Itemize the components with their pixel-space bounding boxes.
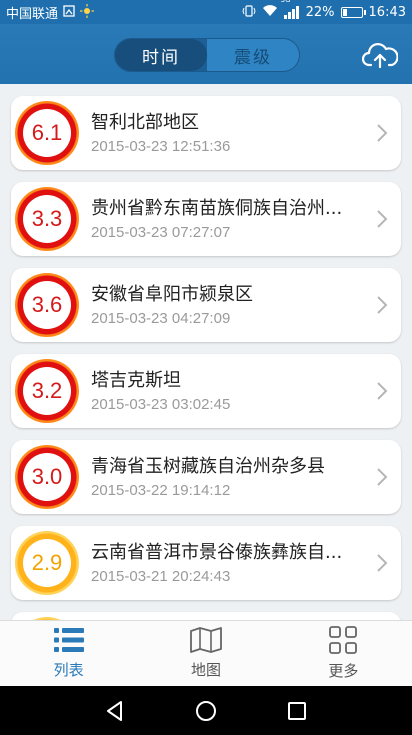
location-name: 安徽省阜阳市颍泉区 <box>91 284 253 305</box>
sim-icon <box>63 4 75 20</box>
magnitude-value: 3.2 <box>23 367 71 415</box>
tab-sort-time[interactable]: 时间 <box>115 39 207 71</box>
quake-time: 2015-03-23 04:27:09 <box>91 310 231 327</box>
quake-time: 2015-03-22 19:14:12 <box>91 482 231 499</box>
location-name: 青海省玉树藏族自治州杂多县 <box>91 456 325 477</box>
quake-time: 2015-03-23 07:27:07 <box>91 224 231 241</box>
magnitude-value: 6.1 <box>23 109 71 157</box>
list-item[interactable]: 3.2 塔吉克斯坦 2015-03-23 03:02:45 <box>11 354 401 428</box>
battery-percent: 22% <box>305 4 335 20</box>
system-nav-bar <box>0 686 412 735</box>
chevron-right-icon <box>377 296 388 314</box>
sort-segmented-control: 时间 震级 <box>114 38 300 72</box>
sun-icon <box>80 3 95 21</box>
bottom-tab-bar: 列表 地图 更多 <box>0 620 412 686</box>
list-item[interactable]: 3.3 贵州省黔东南苗族侗族自治州... 2015-03-23 07:27:07 <box>11 182 401 256</box>
clock: 16:43 <box>368 4 406 20</box>
battery-icon <box>340 6 366 18</box>
list-item[interactable]: 2.9 云南省普洱市景谷傣族彝族自... 2015-03-21 20:24:43 <box>11 526 401 600</box>
app-header: 时间 震级 <box>0 24 412 84</box>
chevron-right-icon <box>377 468 388 486</box>
tab-more[interactable]: 更多 <box>275 621 412 686</box>
magnitude-value: 2.9 <box>23 539 71 587</box>
vibrate-icon <box>242 4 256 21</box>
magnitude-badge: 6.1 <box>15 101 79 165</box>
magnitude-value: 3.3 <box>23 195 71 243</box>
quake-time: 2015-03-21 20:24:43 <box>91 568 231 585</box>
chevron-right-icon <box>377 382 388 400</box>
chevron-right-icon <box>377 554 388 572</box>
tab-sort-magnitude[interactable]: 震级 <box>207 39 299 71</box>
magnitude-value: 3.6 <box>23 281 71 329</box>
magnitude-badge: 2.9 <box>15 531 79 595</box>
location-name: 贵州省黔东南苗族侗族自治州... <box>91 198 343 219</box>
list-item[interactable]: 6.1 智利北部地区 2015-03-23 12:51:36 <box>11 96 401 170</box>
cloud-upload-icon <box>362 43 398 69</box>
tab-list[interactable]: 列表 <box>0 621 137 686</box>
magnitude-badge: 3.0 <box>15 445 79 509</box>
chevron-right-icon <box>377 210 388 228</box>
tab-more-label: 更多 <box>328 662 359 680</box>
location-name: 塔吉克斯坦 <box>91 370 181 391</box>
recents-icon[interactable] <box>287 701 307 721</box>
location-name: 智利北部地区 <box>91 112 199 133</box>
quake-time: 2015-03-23 03:02:45 <box>91 396 231 413</box>
tab-map-label: 地图 <box>190 661 221 679</box>
home-icon[interactable] <box>195 700 217 722</box>
location-name: 云南省普洱市景谷傣族彝族自... <box>91 542 343 563</box>
magnitude-badge: 3.3 <box>15 187 79 251</box>
magnitude-value: 3.0 <box>23 453 71 501</box>
magnitude-badge: 3.2 <box>15 359 79 423</box>
magnitude-badge: 3.6 <box>15 273 79 337</box>
status-bar: 中国联通 3G 22% 16:43 <box>0 0 412 24</box>
grid-icon <box>329 626 358 654</box>
tab-list-label: 列表 <box>53 661 84 679</box>
quake-time: 2015-03-23 12:51:36 <box>91 138 231 155</box>
list-item[interactable]: 3.0 青海省玉树藏族自治州杂多县 2015-03-22 19:14:12 <box>11 440 401 514</box>
list-item-partial[interactable] <box>11 612 401 620</box>
cloud-upload-button[interactable] <box>360 38 400 72</box>
signal-icon: 3G <box>281 0 300 19</box>
network-type-label: 3G <box>281 0 291 4</box>
wifi-icon <box>262 4 278 20</box>
tab-map[interactable]: 地图 <box>137 621 274 686</box>
list-item[interactable]: 3.6 安徽省阜阳市颍泉区 2015-03-23 04:27:09 <box>11 268 401 342</box>
earthquake-list[interactable]: 6.1 智利北部地区 2015-03-23 12:51:36 3.3 贵州省黔东… <box>0 84 412 620</box>
back-icon[interactable] <box>105 700 125 722</box>
map-icon <box>190 627 222 653</box>
list-icon <box>53 628 84 652</box>
chevron-right-icon <box>377 124 388 142</box>
carrier-name: 中国联通 <box>6 6 59 22</box>
